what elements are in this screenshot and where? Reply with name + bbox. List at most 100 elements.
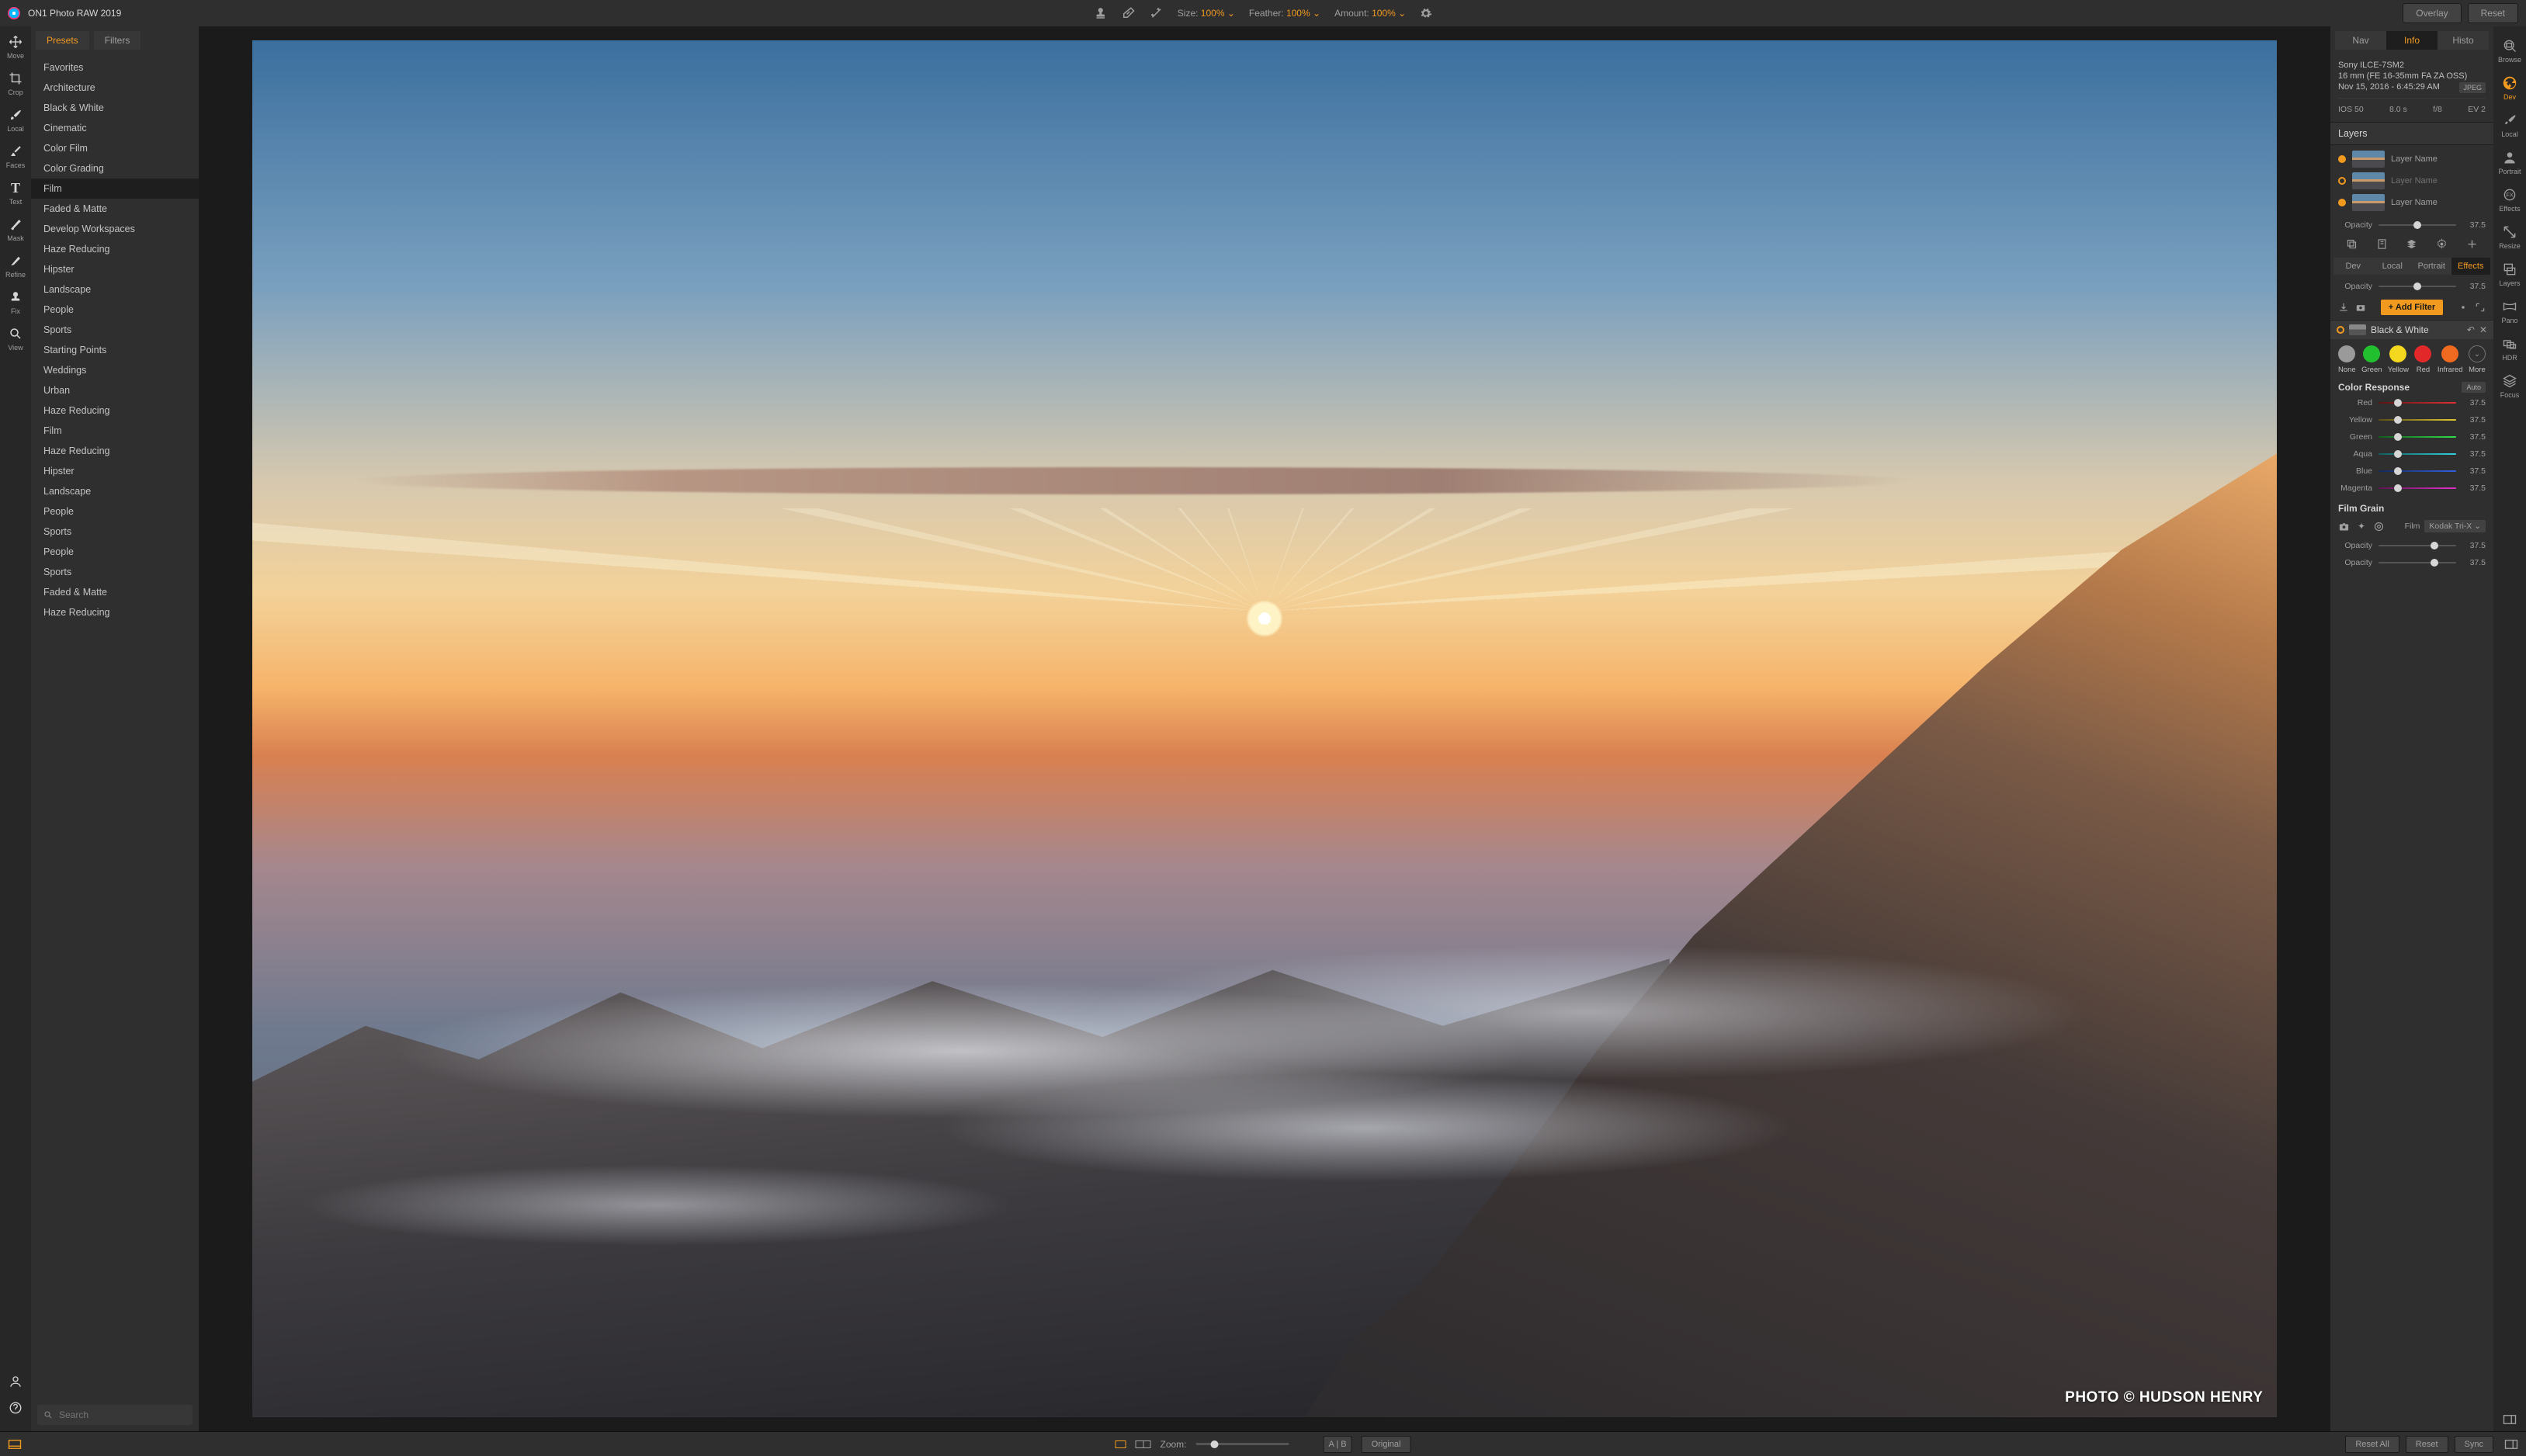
- bw-swatch[interactable]: Green: [2361, 345, 2382, 374]
- film-strip-icon[interactable]: [8, 1439, 22, 1450]
- mode-effects[interactable]: FXEffects: [2499, 186, 2520, 213]
- eraser-icon[interactable]: [1122, 6, 1136, 20]
- duplicate-icon[interactable]: [2346, 238, 2358, 250]
- gear-icon[interactable]: [1420, 7, 1432, 19]
- ab-compare[interactable]: A | B: [1324, 1436, 1352, 1453]
- filter-gear-icon[interactable]: [2458, 302, 2469, 313]
- channel-slider[interactable]: Red 37.5: [2330, 394, 2493, 411]
- preset-item[interactable]: People: [31, 300, 199, 320]
- settings-icon[interactable]: [2436, 238, 2448, 250]
- panel-toggle-icon[interactable]: [2503, 1414, 2517, 1425]
- preset-item[interactable]: Develop Workspaces: [31, 219, 199, 239]
- filter-visibility-icon[interactable]: [2337, 326, 2344, 334]
- magic-wand-icon[interactable]: [1150, 6, 1164, 20]
- preset-item[interactable]: Hipster: [31, 259, 199, 279]
- bw-swatch[interactable]: ⌄More: [2469, 345, 2486, 374]
- tab-presets[interactable]: Presets: [36, 31, 89, 50]
- channel-slider[interactable]: Magenta 37.5: [2330, 480, 2493, 497]
- preset-item[interactable]: Haze Reducing: [31, 400, 199, 421]
- tool-faces[interactable]: Faces: [6, 144, 26, 169]
- mode-resize[interactable]: Resize: [2499, 224, 2521, 250]
- mode-local[interactable]: Local: [2501, 112, 2518, 138]
- preset-item[interactable]: Urban: [31, 380, 199, 400]
- overlay-button[interactable]: Overlay: [2403, 3, 2461, 23]
- tool-fix[interactable]: Fix: [8, 289, 23, 315]
- preset-item[interactable]: Architecture: [31, 78, 199, 98]
- mode-portrait[interactable]: Portrait: [2498, 149, 2521, 175]
- tool-view[interactable]: View: [8, 326, 23, 352]
- preset-item[interactable]: Film: [31, 421, 199, 441]
- layers-icon[interactable]: [2406, 238, 2417, 250]
- preset-item[interactable]: Sports: [31, 522, 199, 542]
- size-control[interactable]: Size: 100% ⌄: [1178, 8, 1235, 19]
- channel-slider[interactable]: Blue 37.5: [2330, 463, 2493, 480]
- layer-visibility-icon[interactable]: [2338, 177, 2346, 185]
- preset-item[interactable]: People: [31, 542, 199, 562]
- mode-browse[interactable]: Browse: [2498, 37, 2521, 64]
- preset-item[interactable]: Weddings: [31, 360, 199, 380]
- preset-item[interactable]: Sports: [31, 562, 199, 582]
- tool-crop[interactable]: Crop: [8, 71, 23, 96]
- mode-hdr[interactable]: HDR: [2501, 335, 2518, 362]
- sparkle-icon[interactable]: ✦: [2358, 521, 2365, 532]
- feather-control[interactable]: Feather: 100% ⌄: [1249, 8, 1320, 19]
- bw-swatch[interactable]: None: [2338, 345, 2356, 374]
- preset-item[interactable]: Color Grading: [31, 158, 199, 179]
- bw-swatch[interactable]: Red: [2414, 345, 2431, 374]
- copy-icon[interactable]: [2376, 238, 2388, 250]
- tab-info[interactable]: Info: [2386, 31, 2438, 50]
- stamp-icon[interactable]: [1094, 6, 1108, 20]
- layer-row[interactable]: Layer Name: [2330, 192, 2493, 213]
- grain-opacity-2[interactable]: Opacity 37.5: [2330, 554, 2493, 571]
- preset-item[interactable]: Cinematic: [31, 118, 199, 138]
- edit-tab-portrait[interactable]: Portrait: [2412, 258, 2451, 275]
- preset-search[interactable]: [37, 1405, 193, 1425]
- tab-histo[interactable]: Histo: [2438, 31, 2489, 50]
- right-panel-toggle-icon[interactable]: [2504, 1439, 2518, 1450]
- search-input[interactable]: [57, 1409, 186, 1421]
- camera-small-icon[interactable]: [2355, 302, 2366, 313]
- preset-item[interactable]: Haze Reducing: [31, 441, 199, 461]
- tool-mask[interactable]: Mask: [7, 217, 24, 242]
- auto-badge[interactable]: Auto: [2462, 382, 2486, 393]
- channel-slider[interactable]: Yellow 37.5: [2330, 411, 2493, 428]
- sync-button[interactable]: Sync: [2455, 1436, 2493, 1453]
- camera2-icon[interactable]: [2338, 521, 2350, 532]
- preset-item[interactable]: People: [31, 501, 199, 522]
- filter-header[interactable]: Black & White ↶ ✕: [2330, 320, 2493, 339]
- channel-slider[interactable]: Green 37.5: [2330, 428, 2493, 445]
- layer-opacity-slider[interactable]: Opacity 37.5: [2330, 217, 2493, 234]
- user-icon[interactable]: [8, 1374, 23, 1389]
- preset-item[interactable]: Hipster: [31, 461, 199, 481]
- bw-swatch[interactable]: Infrared: [2438, 345, 2463, 374]
- effects-opacity-slider[interactable]: Opacity 37.5: [2330, 278, 2493, 295]
- target-icon[interactable]: [2373, 521, 2385, 532]
- bw-swatch[interactable]: Yellow: [2388, 345, 2409, 374]
- preset-item[interactable]: Haze Reducing: [31, 239, 199, 259]
- preset-item[interactable]: Landscape: [31, 481, 199, 501]
- mode-dev[interactable]: Dev: [2501, 75, 2518, 101]
- layer-row[interactable]: Layer Name: [2330, 148, 2493, 170]
- preset-item[interactable]: Film: [31, 179, 199, 199]
- preset-item[interactable]: Black & White: [31, 98, 199, 118]
- add-icon[interactable]: [2466, 238, 2478, 250]
- import-icon[interactable]: [2338, 302, 2349, 313]
- tab-filters[interactable]: Filters: [94, 31, 141, 50]
- zoom-slider[interactable]: [1196, 1443, 1289, 1445]
- expand-icon[interactable]: [2475, 302, 2486, 313]
- tool-move[interactable]: Move: [7, 34, 24, 60]
- edit-tab-local[interactable]: Local: [2373, 258, 2413, 275]
- grain-opacity-1[interactable]: Opacity 37.5: [2330, 537, 2493, 554]
- layer-visibility-icon[interactable]: [2338, 199, 2346, 206]
- close-icon[interactable]: ✕: [2479, 324, 2487, 335]
- original-button[interactable]: Original: [1362, 1436, 1411, 1453]
- layer-visibility-icon[interactable]: [2338, 155, 2346, 163]
- layer-row[interactable]: Layer Name: [2330, 170, 2493, 192]
- preset-item[interactable]: Faded & Matte: [31, 582, 199, 602]
- preset-item[interactable]: Landscape: [31, 279, 199, 300]
- amount-control[interactable]: Amount: 100% ⌄: [1334, 8, 1406, 19]
- preset-item[interactable]: Starting Points: [31, 340, 199, 360]
- undo-icon[interactable]: ↶: [2467, 324, 2475, 335]
- canvas-viewport[interactable]: PHOTO © HUDSON HENRY: [199, 26, 2330, 1431]
- mode-layers[interactable]: Layers: [2499, 261, 2520, 287]
